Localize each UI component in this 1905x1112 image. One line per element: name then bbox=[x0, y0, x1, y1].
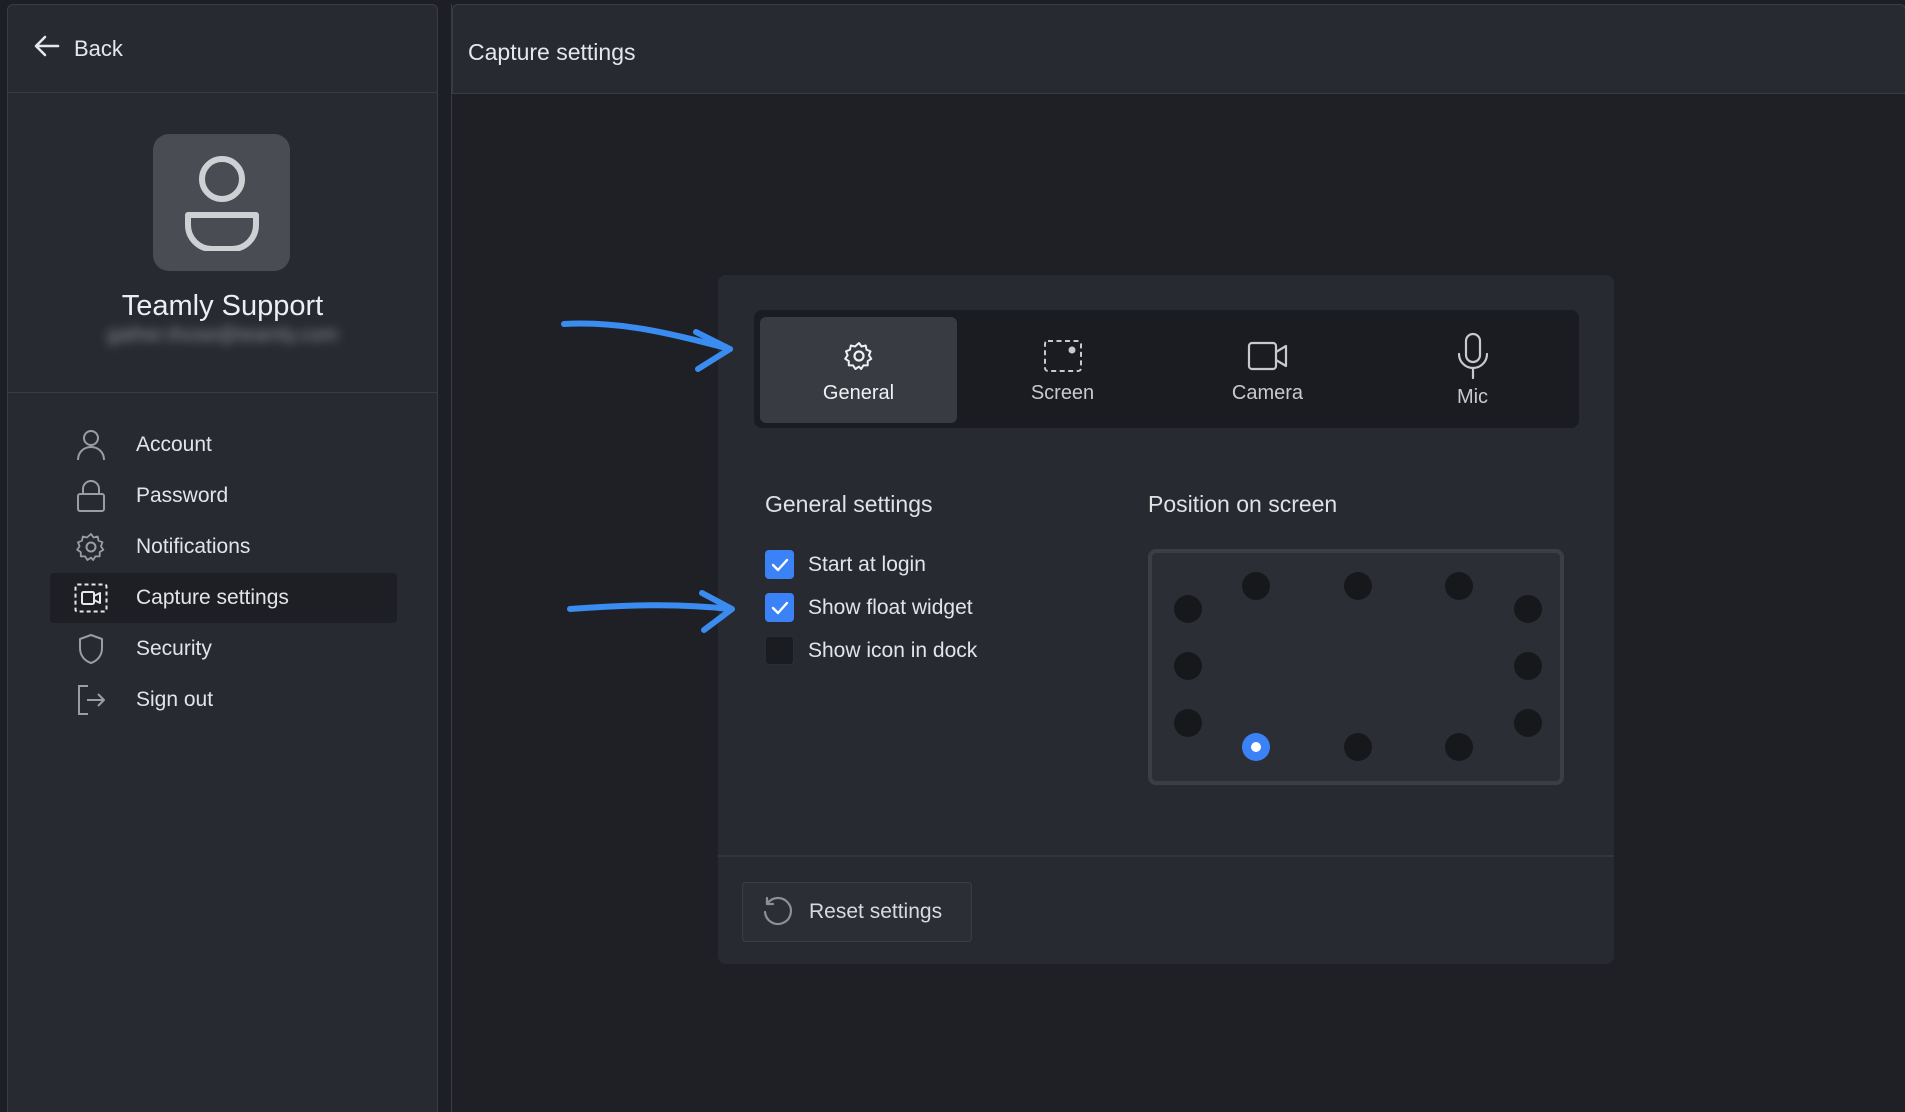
position-dot-right-bottom[interactable] bbox=[1514, 709, 1542, 737]
sidebar-item-label: Password bbox=[136, 484, 229, 507]
gear-icon bbox=[843, 336, 874, 376]
show-float-widget-checkbox[interactable]: Show float widget bbox=[765, 593, 973, 622]
sidebar: Back Teamly Support gather.those@teamly.… bbox=[7, 4, 438, 1112]
sidebar-item-label: Capture settings bbox=[136, 586, 289, 609]
sidebar-item-security[interactable]: Security bbox=[50, 624, 397, 674]
reset-settings-button[interactable]: Reset settings bbox=[742, 882, 972, 942]
position-dot-left-bottom[interactable] bbox=[1174, 709, 1202, 737]
tab-bar: General Screen Camera Mic bbox=[754, 310, 1579, 428]
user-icon bbox=[74, 428, 108, 462]
position-dot-top-center[interactable] bbox=[1344, 572, 1372, 600]
position-dot-left-middle[interactable] bbox=[1174, 652, 1202, 680]
tab-label: General bbox=[822, 381, 895, 404]
tab-mic[interactable]: Mic bbox=[1374, 317, 1571, 423]
tab-label: Screen bbox=[1030, 381, 1095, 404]
sidebar-nav: Account Password Notifications Capture s… bbox=[50, 420, 397, 725]
checkmark-icon bbox=[771, 558, 788, 571]
sidebar-item-label: Sign out bbox=[136, 688, 214, 711]
sign-out-icon bbox=[74, 683, 108, 717]
tab-general[interactable]: General bbox=[760, 317, 957, 423]
checkbox[interactable] bbox=[765, 593, 794, 622]
arrow-left-icon bbox=[34, 35, 60, 62]
position-dot-top-right[interactable] bbox=[1445, 572, 1473, 600]
checkbox-label: Show icon in dock bbox=[808, 638, 978, 662]
profile-name: Teamly Support bbox=[121, 290, 324, 322]
capture-settings-card: General Screen Camera Mic General settin… bbox=[718, 275, 1614, 964]
tab-label: Mic bbox=[1456, 385, 1489, 408]
sidebar-item-notifications[interactable]: Notifications bbox=[50, 522, 397, 572]
reset-icon bbox=[761, 895, 795, 929]
position-dot-top-left[interactable] bbox=[1242, 572, 1270, 600]
avatar bbox=[153, 134, 290, 271]
shield-icon bbox=[74, 632, 108, 666]
sidebar-item-label: Account bbox=[136, 433, 212, 456]
tab-label: Camera bbox=[1231, 381, 1304, 404]
profile-section: Teamly Support gather.those@teamly.com bbox=[8, 94, 437, 393]
main-header: Capture settings bbox=[452, 4, 1905, 94]
position-dot-bottom-center[interactable] bbox=[1344, 733, 1372, 761]
lock-icon bbox=[74, 479, 108, 513]
microphone-icon bbox=[1456, 332, 1490, 380]
sidebar-item-label: Notifications bbox=[136, 535, 251, 558]
general-settings-title: General settings bbox=[765, 491, 933, 517]
sidebar-item-label: Security bbox=[136, 637, 212, 660]
tab-screen[interactable]: Screen bbox=[964, 317, 1161, 423]
start-at-login-checkbox[interactable]: Start at login bbox=[765, 550, 926, 579]
sidebar-item-capture-settings[interactable]: Capture settings bbox=[50, 573, 397, 623]
back-button[interactable]: Back bbox=[8, 5, 437, 93]
annotation-arrow-icon bbox=[561, 320, 733, 372]
show-icon-in-dock-checkbox[interactable]: Show icon in dock bbox=[765, 636, 977, 665]
position-dot-bottom-right[interactable] bbox=[1445, 733, 1473, 761]
checkmark-icon bbox=[771, 601, 788, 614]
tab-camera[interactable]: Camera bbox=[1169, 317, 1366, 423]
profile-email: gather.those@teamly.com bbox=[106, 324, 339, 346]
back-label: Back bbox=[74, 35, 123, 61]
video-camera-icon bbox=[1247, 336, 1289, 376]
checkbox-label: Show float widget bbox=[808, 595, 973, 619]
reset-label: Reset settings bbox=[809, 900, 943, 923]
checkbox[interactable] bbox=[765, 550, 794, 579]
screen-region-icon bbox=[1043, 336, 1083, 376]
position-dot-right-top[interactable] bbox=[1514, 595, 1542, 623]
checkbox-label: Start at login bbox=[808, 552, 926, 576]
position-grid bbox=[1148, 549, 1564, 785]
position-dot-left-top[interactable] bbox=[1174, 595, 1202, 623]
capture-icon bbox=[74, 581, 108, 615]
annotation-arrow-icon bbox=[567, 590, 735, 633]
position-dot-bottom-left[interactable] bbox=[1242, 733, 1270, 761]
gear-icon bbox=[74, 530, 108, 564]
page-title: Capture settings bbox=[468, 39, 636, 65]
position-title: Position on screen bbox=[1148, 491, 1338, 517]
sidebar-item-password[interactable]: Password bbox=[50, 471, 397, 521]
user-avatar-icon bbox=[184, 155, 259, 251]
card-divider bbox=[718, 855, 1614, 857]
position-dot-right-middle[interactable] bbox=[1514, 652, 1542, 680]
sidebar-item-sign-out[interactable]: Sign out bbox=[50, 675, 397, 725]
checkbox[interactable] bbox=[765, 636, 794, 665]
sidebar-item-account[interactable]: Account bbox=[50, 420, 397, 470]
